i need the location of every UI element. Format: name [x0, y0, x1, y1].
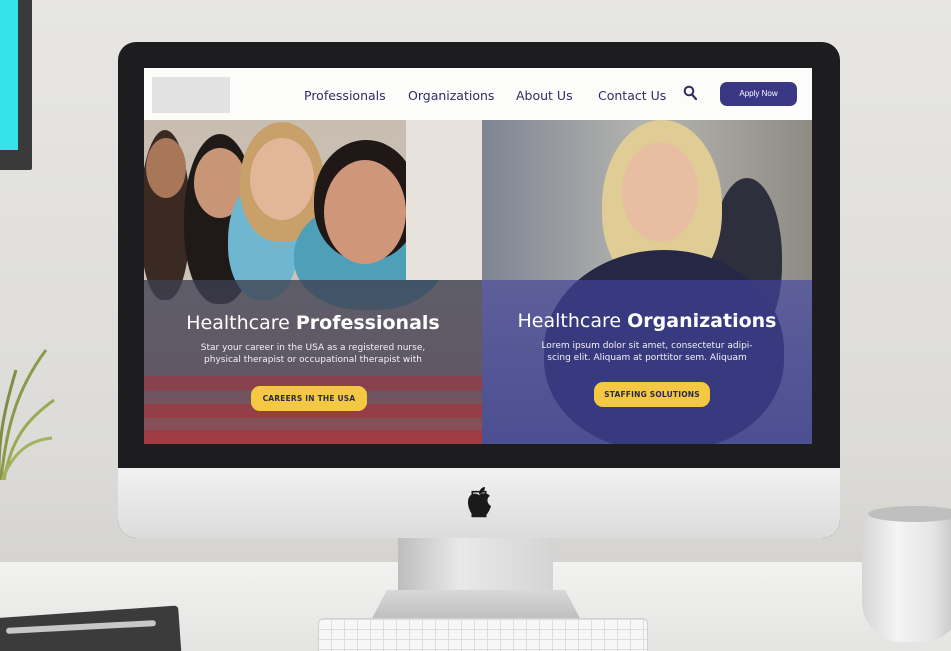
coffee-mug	[862, 506, 951, 642]
hero-organizations: Healthcare Organizations Lorem ipsum dol…	[482, 120, 812, 444]
person-image	[622, 142, 698, 242]
apply-now-button[interactable]: Apply Now	[720, 82, 797, 106]
wall-picture-frame	[0, 0, 32, 170]
hero-title: Healthcare Organizations	[517, 310, 777, 332]
monitor-stand	[398, 535, 553, 595]
keyboard	[318, 618, 648, 651]
site-header: Professionals Organizations About Us Con…	[144, 68, 812, 120]
staffing-solutions-button[interactable]: STAFFING SOLUTIONS	[594, 382, 710, 407]
hero-description: Star your career in the USA as a registe…	[200, 343, 426, 365]
apple-logo-shape-icon	[468, 487, 491, 517]
hero-title: Healthcare Professionals	[186, 312, 440, 334]
person-image	[250, 138, 314, 220]
nav-contact-us[interactable]: Contact Us	[598, 88, 666, 103]
search-icon[interactable]	[683, 85, 697, 101]
person-image	[324, 160, 406, 264]
hero-description: Lorem ipsum dolor sit amet, consectetur …	[541, 341, 753, 363]
website-screen: Professionals Organizations About Us Con…	[144, 68, 812, 444]
plant-decoration	[0, 349, 55, 480]
person-image	[146, 138, 186, 198]
monitor:  Professionals Organizations About Us C…	[118, 42, 840, 538]
logo-placeholder[interactable]	[152, 77, 230, 113]
careers-in-usa-button[interactable]: CAREERS IN THE USA	[251, 386, 367, 411]
nav-about-us[interactable]: About Us	[516, 88, 573, 103]
hero-professionals: Healthcare Professionals Star your caree…	[144, 120, 482, 444]
cabinet-background	[406, 120, 482, 280]
nav-organizations[interactable]: Organizations	[408, 88, 494, 103]
nav-professionals[interactable]: Professionals	[304, 88, 386, 103]
